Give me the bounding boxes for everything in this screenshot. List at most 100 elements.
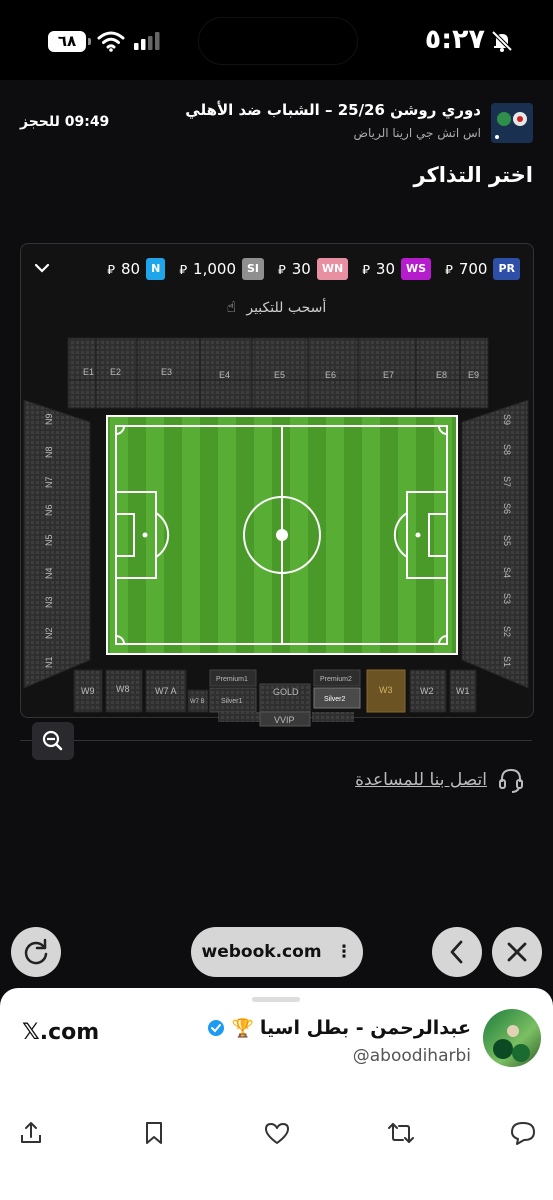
section-e1[interactable]: E1 <box>83 367 94 377</box>
section-w7b[interactable]: W7 B <box>190 699 205 705</box>
event-logo <box>491 103 533 143</box>
riyal-icon: ⃁ <box>445 262 453 278</box>
price-item-si[interactable]: SI 1,000 ⃁ <box>179 258 265 280</box>
section-e6[interactable]: E6 <box>325 370 336 380</box>
section-n1[interactable]: N1 <box>44 656 54 668</box>
section-premium1[interactable]: Premium1 <box>216 676 248 683</box>
riyal-icon: ⃁ <box>278 262 286 278</box>
chevron-left-icon <box>450 940 463 964</box>
section-s7[interactable]: S7 <box>502 476 512 487</box>
headset-icon <box>499 768 523 793</box>
sheet-grabber[interactable] <box>252 997 300 1002</box>
share-icon[interactable] <box>18 1120 44 1146</box>
riyal-icon: ⃁ <box>107 262 115 278</box>
user-handle: @aboodiharbi <box>352 1046 471 1066</box>
section-n3[interactable]: N3 <box>44 596 54 608</box>
section-n9[interactable]: N9 <box>44 413 54 425</box>
section-s2[interactable]: S2 <box>502 626 512 637</box>
section-s9[interactable]: S9 <box>502 414 512 425</box>
section-n4[interactable]: N4 <box>44 567 54 579</box>
price-tag-si: SI <box>242 258 265 280</box>
section-s8[interactable]: S8 <box>502 444 512 455</box>
section-n2[interactable]: N2 <box>44 627 54 639</box>
section-silver1[interactable]: Silver1 <box>221 698 243 705</box>
section-w7a[interactable]: W7 A <box>155 686 177 696</box>
wifi-icon <box>97 31 125 52</box>
section-w3[interactable]: W3 <box>379 685 393 695</box>
more-options-icon[interactable]: ⋮ <box>335 942 352 962</box>
contact-help-link[interactable]: اتصل بنا للمساعدة <box>355 766 525 794</box>
section-w8[interactable]: W8 <box>116 684 130 694</box>
stand-east: E1 E2 E3 E4 E5 E6 E7 E8 E9 <box>67 337 489 409</box>
section-s4[interactable]: S4 <box>502 567 512 578</box>
price-item-pr[interactable]: PR 700 ⃁ <box>445 258 520 280</box>
user-name: عبدالرحمن - بطل اسيا <box>259 1017 471 1039</box>
section-w1[interactable]: W1 <box>456 686 470 696</box>
battery-indicator: ٦٨ <box>48 31 91 52</box>
price-tag-n: N <box>146 258 166 280</box>
section-e4[interactable]: E4 <box>219 370 230 380</box>
hand-drag-icon: ☝ <box>226 298 236 316</box>
section-w2[interactable]: W2 <box>420 686 434 696</box>
like-heart-icon[interactable] <box>263 1120 291 1146</box>
avatar[interactable] <box>483 1009 541 1067</box>
price-legend: PR 700 ⃁ WS 30 ⃁ WN 30 ⃁ SI 1,000 ⃁ N 80… <box>34 258 520 280</box>
riyal-icon: ⃁ <box>362 262 370 278</box>
dynamic-island <box>198 17 358 65</box>
section-n8[interactable]: N8 <box>44 446 54 458</box>
tweet-sheet: 𝕏.com عبدالرحمن - بطل اسيا 🏆 @aboodiharb… <box>0 988 553 1200</box>
price-tag-pr: PR <box>493 258 520 280</box>
section-n6[interactable]: N6 <box>44 504 54 516</box>
section-silver2[interactable]: Silver2 <box>324 696 346 703</box>
price-value: 1,000 <box>193 260 236 278</box>
price-value: 700 <box>458 260 488 278</box>
close-icon <box>507 942 527 962</box>
bookmark-icon[interactable] <box>142 1120 166 1146</box>
price-value: 30 <box>291 260 311 278</box>
booking-timer: 09:49 للحجز <box>20 114 110 130</box>
section-s6[interactable]: S6 <box>502 503 512 514</box>
price-value: 80 <box>121 260 141 278</box>
retweet-icon[interactable] <box>386 1120 416 1146</box>
section-premium2[interactable]: Premium2 <box>320 676 352 683</box>
section-n5[interactable]: N5 <box>44 534 54 546</box>
verified-badge-icon <box>208 1020 225 1036</box>
close-button[interactable] <box>492 927 542 977</box>
divider <box>20 740 532 741</box>
section-s5[interactable]: S5 <box>502 535 512 546</box>
section-e7[interactable]: E7 <box>383 370 394 380</box>
section-s3[interactable]: S3 <box>502 593 512 604</box>
section-w9[interactable]: W9 <box>81 686 95 696</box>
page-title: اختر التذاكر <box>413 163 533 187</box>
price-value: 30 <box>375 260 396 278</box>
reply-icon[interactable] <box>509 1120 537 1146</box>
section-e3[interactable]: E3 <box>161 367 172 377</box>
section-e5[interactable]: E5 <box>274 370 285 380</box>
section-gold[interactable]: GOLD <box>273 687 299 697</box>
zoom-out-button[interactable] <box>32 722 74 760</box>
price-item-wn[interactable]: WN 30 ⃁ <box>278 258 349 280</box>
price-tag-ws: WS <box>401 258 432 280</box>
user-name-row: عبدالرحمن - بطل اسيا 🏆 <box>207 1017 471 1039</box>
back-button[interactable] <box>432 927 482 977</box>
trophy-icon: 🏆 <box>231 1017 254 1039</box>
section-e9[interactable]: E9 <box>468 370 479 380</box>
event-venue: اس اتش جي ارينا الرياض <box>353 126 482 140</box>
tweet-actions <box>0 1120 553 1150</box>
football-pitch <box>106 415 458 655</box>
section-n7[interactable]: N7 <box>44 476 54 488</box>
price-item-n[interactable]: N 80 ⃁ <box>107 258 166 280</box>
section-e8[interactable]: E8 <box>436 370 447 380</box>
section-e2[interactable]: E2 <box>110 367 121 377</box>
section-s1[interactable]: S1 <box>502 656 512 667</box>
zoom-out-icon <box>42 730 63 751</box>
stadium-map: E1 E2 E3 E4 E5 E6 E7 E8 E9 N9 N8 N7 N6 N… <box>23 337 529 727</box>
chevron-down-icon[interactable] <box>34 262 50 274</box>
reload-button[interactable] <box>11 927 61 977</box>
stand-north: N9 N8 N7 N6 N5 N4 N3 N2 N1 <box>23 399 91 689</box>
price-item-ws[interactable]: WS 30 ⃁ <box>362 258 432 280</box>
url-bar[interactable]: webook.com ⋮ <box>191 927 363 977</box>
status-bar: ٦٨ ٥:٢٧ <box>0 0 553 80</box>
section-vvip[interactable]: VVIP <box>274 715 295 725</box>
help-text: اتصل بنا للمساعدة <box>355 770 487 790</box>
